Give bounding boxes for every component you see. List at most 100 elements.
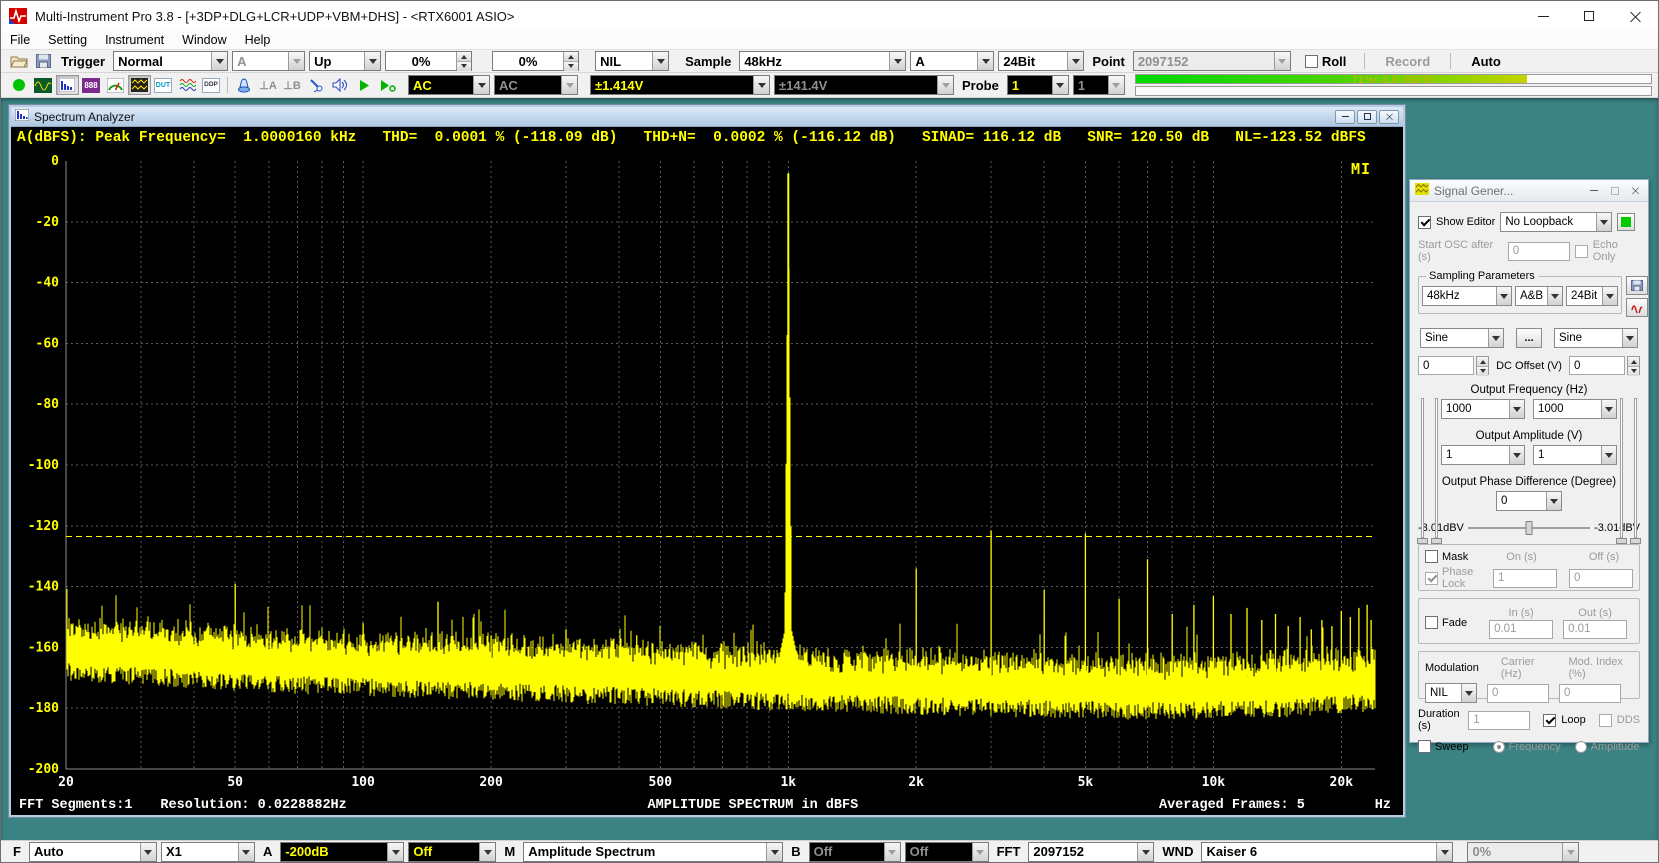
roll-checkbox[interactable]: Roll <box>1305 54 1347 69</box>
chevron-down-icon[interactable] <box>1547 287 1562 305</box>
trigger-source-select[interactable]: A <box>232 51 305 71</box>
trigger-mode-select[interactable]: Normal <box>113 51 228 71</box>
signal-generator-titlebar[interactable]: Signal Gener... <box>1410 180 1648 202</box>
coupling-a-select[interactable]: AC <box>408 75 490 95</box>
menu-instrument[interactable]: Instrument <box>96 31 173 49</box>
chevron-down-icon[interactable] <box>1509 446 1524 464</box>
bit-depth-select[interactable]: 24Bit <box>998 51 1084 71</box>
modulation-type-select[interactable]: NIL <box>1425 683 1477 703</box>
amplitude-b-select[interactable]: 1 <box>1533 445 1617 465</box>
siggen-bits-select[interactable]: 24Bit <box>1566 286 1618 306</box>
chevron-down-icon[interactable] <box>211 52 227 70</box>
run-indicator-icon[interactable] <box>8 75 31 95</box>
oscilloscope-icon[interactable] <box>32 75 55 95</box>
trigger-edge-select[interactable]: Up <box>309 51 381 71</box>
spectrum-plot-area[interactable]: 0-20-40-60-80-100-120-140-160-180-200205… <box>11 149 1403 795</box>
multimeter-icon[interactable]: 888 <box>80 75 103 95</box>
trigger-coupling-select[interactable]: NIL <box>595 51 669 71</box>
siggen-rate-select[interactable]: 48kHz <box>1422 286 1512 306</box>
minimize-button[interactable] <box>1520 1 1566 31</box>
amplitude-slider-a-fine[interactable] <box>1435 398 1438 538</box>
zoom-select[interactable]: X1 <box>161 842 255 862</box>
menu-help[interactable]: Help <box>236 31 280 49</box>
phase-slider[interactable] <box>1468 521 1590 535</box>
probe-a-select[interactable]: 1 <box>1007 75 1069 95</box>
fade-checkbox[interactable] <box>1425 616 1438 629</box>
chevron-down-icon[interactable] <box>1137 843 1153 861</box>
chevron-down-icon[interactable] <box>1496 287 1511 305</box>
open-file-icon[interactable] <box>8 51 31 71</box>
chevron-down-icon[interactable] <box>1488 329 1503 347</box>
output-on-button[interactable] <box>1617 213 1635 231</box>
checkbox-box[interactable] <box>1305 55 1318 68</box>
spinner-buttons[interactable] <box>1476 356 1489 375</box>
chevron-down-icon[interactable] <box>766 843 782 861</box>
play-icon[interactable] <box>353 75 376 95</box>
sampling-rate-select[interactable]: 48kHz <box>739 51 906 71</box>
chevron-down-icon[interactable] <box>977 52 993 70</box>
range-a-display-select[interactable]: -200dB <box>280 842 404 862</box>
chevron-down-icon[interactable] <box>238 843 254 861</box>
chevron-down-icon[interactable] <box>1622 329 1637 347</box>
signal-generator-icon[interactable] <box>128 75 151 95</box>
minimize-button[interactable] <box>1586 184 1601 197</box>
auto-button[interactable]: Auto <box>1455 51 1517 71</box>
frequency-a-select[interactable]: 1000 <box>1441 399 1525 419</box>
slider-thumb[interactable] <box>1526 521 1533 535</box>
chevron-down-icon[interactable] <box>1461 684 1476 702</box>
chevron-down-icon[interactable] <box>1601 446 1616 464</box>
amplitude-slider-b-coarse[interactable] <box>1634 398 1637 538</box>
amplitude-slider-a-coarse[interactable] <box>1421 398 1424 538</box>
fft-size-select[interactable]: 2097152 <box>1028 842 1154 862</box>
chevron-down-icon[interactable] <box>1596 213 1611 231</box>
spectrum-mode-select[interactable]: Amplitude Spectrum <box>523 842 783 862</box>
amplitude-slider-b-fine[interactable] <box>1620 398 1623 538</box>
data-logger-icon[interactable] <box>104 75 127 95</box>
reference-a-select[interactable]: Off <box>408 842 496 862</box>
chevron-down-icon[interactable] <box>889 52 905 70</box>
show-editor-checkbox[interactable] <box>1418 216 1431 229</box>
chevron-down-icon[interactable] <box>1601 400 1616 418</box>
spectrum-titlebar[interactable]: Spectrum Analyzer <box>11 107 1403 127</box>
siggen-channels-select[interactable]: A&B <box>1515 286 1563 306</box>
dc-offset-a-input[interactable]: 0 <box>1418 356 1474 375</box>
calibration-icon[interactable] <box>233 75 256 95</box>
chevron-down-icon[interactable] <box>652 52 668 70</box>
record-button[interactable]: Record <box>1369 51 1446 71</box>
phase-difference-select[interactable]: 0 <box>1496 491 1562 511</box>
ddp-viewer-icon[interactable]: DDP <box>200 75 223 95</box>
device-test-plan-icon[interactable]: DUT <box>152 75 175 95</box>
chevron-down-icon[interactable] <box>473 76 489 94</box>
loop-checkbox[interactable] <box>1543 714 1556 727</box>
close-button[interactable] <box>1379 110 1399 124</box>
menu-window[interactable]: Window <box>173 31 235 49</box>
maximize-button[interactable] <box>1566 1 1612 31</box>
chevron-down-icon[interactable] <box>479 843 495 861</box>
menu-file[interactable]: File <box>1 31 39 49</box>
spectrum-analyzer-icon[interactable] <box>56 75 79 95</box>
sweep-checkbox[interactable] <box>1418 740 1431 753</box>
chevron-down-icon[interactable] <box>1436 843 1452 861</box>
chevron-down-icon[interactable] <box>387 843 403 861</box>
spinner-buttons[interactable] <box>456 52 471 70</box>
waveform-b-select[interactable]: Sine <box>1554 328 1638 348</box>
waveform-a-select[interactable]: Sine <box>1420 328 1504 348</box>
sound-output-icon[interactable] <box>329 75 352 95</box>
maximize-button[interactable] <box>1607 184 1622 197</box>
chevron-down-icon[interactable] <box>1546 492 1561 510</box>
spinner-buttons[interactable] <box>1627 356 1640 375</box>
mask-checkbox[interactable] <box>1425 550 1438 563</box>
chevron-down-icon[interactable] <box>364 52 380 70</box>
range-a-select[interactable]: ±1.414V <box>590 75 770 95</box>
minimize-button[interactable] <box>1335 110 1355 124</box>
sampling-channel-select[interactable]: A <box>910 51 994 71</box>
menu-setting[interactable]: Setting <box>39 31 96 49</box>
loopback-select[interactable]: No Loopback <box>1500 212 1612 232</box>
maximize-button[interactable] <box>1357 110 1377 124</box>
chevron-down-icon[interactable] <box>1067 52 1083 70</box>
spectrum-plot[interactable]: 0-20-40-60-80-100-120-140-160-180-200205… <box>11 149 1403 795</box>
close-button[interactable] <box>1612 1 1658 31</box>
close-button[interactable] <box>1628 184 1643 197</box>
spinner-buttons[interactable] <box>563 52 578 70</box>
more-waveforms-button[interactable]: ... <box>1516 328 1542 348</box>
